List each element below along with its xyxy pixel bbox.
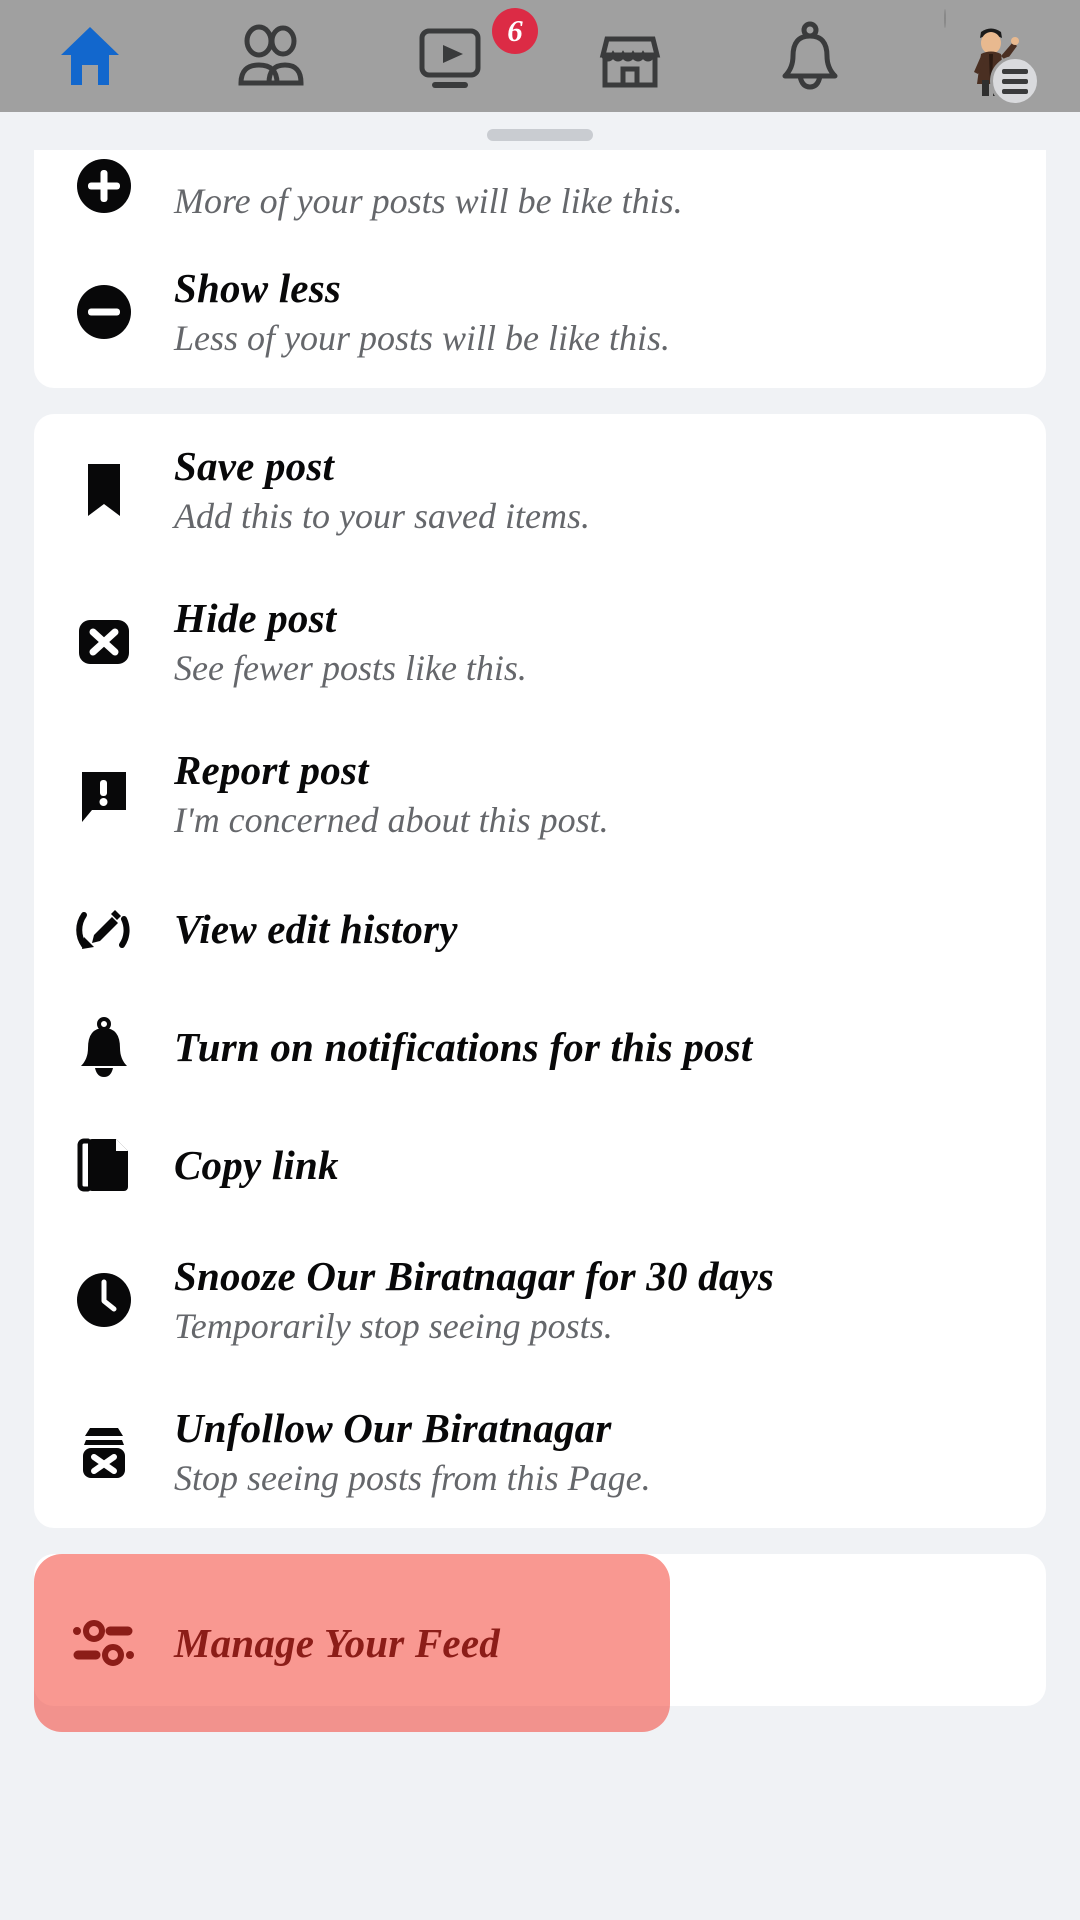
- menu-item-hide-post-text: Hide post See fewer posts like this.: [174, 595, 527, 689]
- report-warning-icon: [68, 758, 140, 830]
- menu-item-report-post-subtitle: I'm concerned about this post.: [174, 800, 609, 840]
- menu-item-show-less-title: Show less: [174, 265, 342, 311]
- menu-item-turn-on-notifications[interactable]: Turn on notifications for this post: [34, 988, 1046, 1106]
- menu-item-report-post-title: Report post: [174, 747, 369, 793]
- menu-item-show-less-subtitle: Less of your posts will be like this.: [174, 318, 671, 358]
- menu-item-show-more-subtitle: More of your posts will be like this.: [174, 181, 683, 221]
- bell-icon: [767, 13, 853, 99]
- menu-item-snooze-page-subtitle: Temporarily stop seeing posts.: [174, 1306, 613, 1346]
- hamburger-menu-icon[interactable]: [990, 56, 1040, 106]
- menu-item-turn-on-notifications-text: Turn on notifications for this post: [174, 1024, 753, 1070]
- friends-icon: [227, 13, 313, 99]
- menu-item-copy-link[interactable]: Copy link: [34, 1106, 1046, 1224]
- avatar-image: [944, 9, 1019, 96]
- menu-item-unfollow-page-text: Unfollow Our Biratnagar Stop seeing post…: [174, 1405, 651, 1499]
- menu-item-unfollow-page[interactable]: Unfollow Our Biratnagar Stop seeing post…: [34, 1376, 1046, 1528]
- menu-item-unfollow-page-subtitle: Stop seeing posts from this Page.: [174, 1458, 651, 1498]
- minus-circle-icon: [68, 276, 140, 348]
- menu-item-hide-post-title: Hide post: [174, 595, 337, 641]
- post-actions-group: Save post Add this to your saved items. …: [34, 414, 1046, 1528]
- sliders-icon: [68, 1607, 140, 1679]
- menu-item-save-post-title: Save post: [174, 443, 335, 489]
- video-badge: 6: [492, 8, 538, 54]
- menu-tab[interactable]: [900, 0, 1080, 112]
- menu-item-unfollow-page-title: Unfollow Our Biratnagar: [174, 1405, 612, 1451]
- menu-item-save-post[interactable]: Save post Add this to your saved items.: [34, 414, 1046, 566]
- sheet-handle-row: [8, 118, 1072, 152]
- feedback-group: More of your posts will be like this. Sh…: [34, 150, 1046, 388]
- menu-item-snooze-page-text: Snooze Our Biratnagar for 30 days Tempor…: [174, 1253, 774, 1347]
- edit-history-icon: [68, 893, 140, 965]
- bell-filled-icon: [68, 1011, 140, 1083]
- manage-feed-group: Manage Your Feed: [8, 1554, 1072, 1732]
- top-navigation-bar: 6: [0, 0, 1080, 112]
- menu-item-show-less[interactable]: Show less Less of your posts will be lik…: [34, 236, 1046, 388]
- menu-item-view-edit-history[interactable]: View edit history: [34, 870, 1046, 988]
- copy-icon: [68, 1129, 140, 1201]
- menu-item-manage-your-feed[interactable]: Manage Your Feed: [34, 1554, 670, 1732]
- clock-icon: [68, 1264, 140, 1336]
- home-icon: [47, 13, 133, 99]
- bookmark-icon: [68, 454, 140, 526]
- marketplace-icon: [587, 13, 673, 99]
- menu-item-copy-link-text: Copy link: [174, 1142, 339, 1188]
- menu-item-manage-your-feed-title: Manage Your Feed: [174, 1620, 500, 1666]
- menu-item-save-post-subtitle: Add this to your saved items.: [174, 496, 590, 536]
- menu-item-hide-post-subtitle: See fewer posts like this.: [174, 648, 527, 688]
- menu-item-snooze-page[interactable]: Snooze Our Biratnagar for 30 days Tempor…: [34, 1224, 1046, 1376]
- menu-item-show-less-text: Show less Less of your posts will be lik…: [174, 265, 670, 359]
- friends-tab[interactable]: [180, 0, 360, 112]
- menu-item-save-post-text: Save post Add this to your saved items.: [174, 443, 590, 537]
- menu-item-turn-on-notifications-title: Turn on notifications for this post: [174, 1024, 753, 1070]
- drag-handle[interactable]: [487, 129, 593, 141]
- menu-item-show-more[interactable]: More of your posts will be like this.: [34, 150, 1046, 236]
- menu-item-copy-link-title: Copy link: [174, 1142, 339, 1188]
- menu-item-report-post-text: Report post I'm concerned about this pos…: [174, 747, 609, 841]
- app-root: 6 More of your posts will be like this. …: [0, 0, 1080, 1920]
- home-tab[interactable]: [0, 0, 180, 112]
- menu-item-snooze-page-title: Snooze Our Biratnagar for 30 days: [174, 1253, 775, 1299]
- menu-item-hide-post[interactable]: Hide post See fewer posts like this.: [34, 566, 1046, 718]
- menu-item-report-post[interactable]: Report post I'm concerned about this pos…: [34, 718, 1046, 870]
- menu-item-view-edit-history-title: View edit history: [174, 906, 458, 952]
- plus-circle-icon: [68, 150, 140, 222]
- post-options-bottom-sheet: More of your posts will be like this. Sh…: [8, 118, 1072, 1920]
- video-tab[interactable]: 6: [360, 0, 540, 112]
- video-icon: [407, 13, 493, 99]
- avatar: [944, 9, 1040, 106]
- unfollow-icon: [68, 1416, 140, 1488]
- menu-item-manage-your-feed-text: Manage Your Feed: [174, 1620, 500, 1666]
- menu-item-show-more-text: More of your posts will be like this.: [174, 180, 683, 222]
- hide-x-icon: [68, 606, 140, 678]
- notifications-tab[interactable]: [720, 0, 900, 112]
- menu-item-view-edit-history-text: View edit history: [174, 906, 458, 952]
- marketplace-tab[interactable]: [540, 0, 720, 112]
